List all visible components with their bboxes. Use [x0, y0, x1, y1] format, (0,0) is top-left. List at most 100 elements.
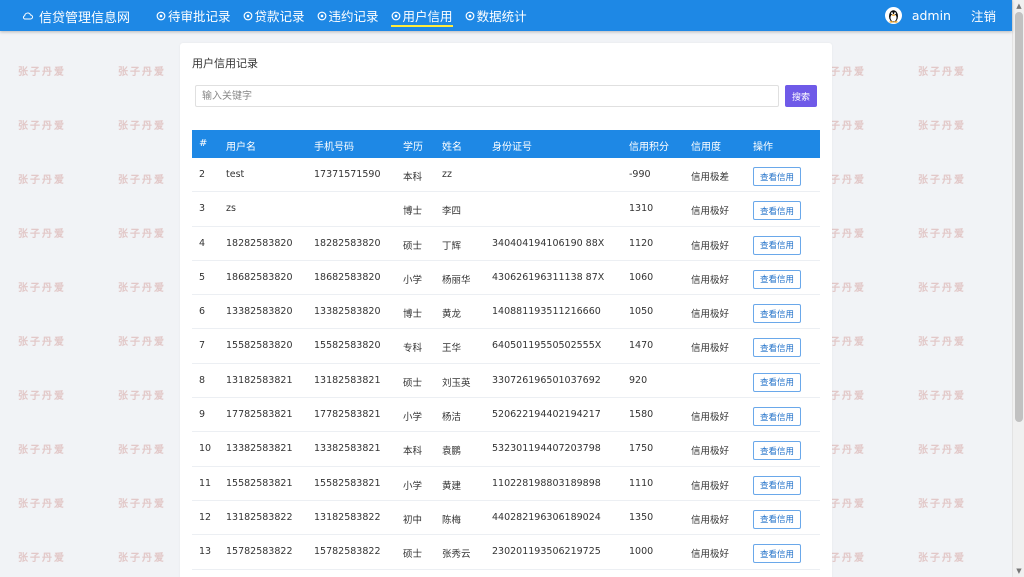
row-phone: 17782583821 — [314, 409, 381, 421]
watermark-text: 张子丹爱 — [18, 391, 66, 402]
row-level: 信用极好 — [691, 309, 730, 321]
row-score: 1310 — [629, 203, 654, 215]
scrollbar-thumb[interactable] — [1015, 12, 1023, 422]
watermark-text: 张子丹爱 — [18, 229, 66, 240]
row-phone: 13382583821 — [314, 443, 381, 455]
nav-pending-approval[interactable]: 待审批记录 — [156, 0, 231, 31]
table-header: # 用户名 手机号码 学历 姓名 身份证号 信用积分 信用度 操作 — [192, 130, 820, 158]
view-credit-button[interactable]: 查看信用 — [753, 544, 801, 564]
nav-default-records[interactable]: 违约记录 — [317, 0, 379, 31]
row-phone: 18282583820 — [314, 237, 381, 249]
row-score: 1060 — [629, 271, 654, 283]
row-level: 信用极好 — [691, 514, 730, 526]
username[interactable]: admin — [912, 8, 951, 23]
table-row: 2 test 17371571590 本科 zz -990 信用极差 查看信用 — [192, 158, 820, 193]
row-index: 5 — [199, 271, 206, 283]
row-score: 920 — [629, 374, 648, 386]
row-index: 11 — [199, 477, 212, 489]
watermark-text: 张子丹爱 — [18, 283, 66, 294]
row-education: 本科 — [403, 446, 423, 458]
view-credit-button[interactable]: 查看信用 — [753, 372, 801, 392]
brand-title: 信贷管理信息网 — [39, 10, 131, 26]
nav-statistics[interactable]: 数据统计 — [465, 0, 527, 31]
nav-item-label: 用户信用 — [402, 9, 453, 24]
watermark-text: 张子丹爱 — [118, 229, 166, 240]
table-row: 7 15582583820 15582583820 专科 王华 6405011955050… — [192, 329, 820, 364]
view-credit-button[interactable]: 查看信用 — [753, 235, 801, 255]
view-credit-button[interactable]: 查看信用 — [753, 509, 801, 529]
view-credit-button[interactable]: 查看信用 — [753, 475, 801, 495]
row-name: 陈梅 — [442, 514, 462, 526]
scroll-down-arrow-icon[interactable]: ▼ — [1015, 567, 1023, 575]
row-idcard: 430626196311138 87X — [492, 271, 605, 283]
row-score: 1050 — [629, 306, 654, 318]
row-name: 王华 — [442, 343, 462, 355]
penguin-icon — [888, 10, 898, 23]
view-credit-button[interactable]: 查看信用 — [753, 269, 801, 289]
row-idcard: 140881193511216660 — [492, 306, 601, 318]
watermark-text: 张子丹爱 — [18, 499, 66, 510]
row-score: 1750 — [629, 443, 654, 455]
row-phone: 17371571590 — [314, 169, 381, 180]
row-name: 黄建 — [442, 480, 462, 492]
table-row: 10 13382583821 13382583821 本科 袁鹏 532301194407… — [192, 432, 820, 467]
watermark-text: 张子丹爱 — [18, 175, 66, 186]
row-idcard: 330726196501037692 — [492, 374, 601, 386]
search-input[interactable] — [195, 85, 779, 107]
col-name-header: 姓名 — [442, 142, 462, 153]
view-credit-button[interactable]: 查看信用 — [753, 167, 801, 186]
top-navbar: 信贷管理信息网 待审批记录 贷款记录 违约记录 用户信用 数据统计 admin 注销 — [0, 0, 1012, 31]
row-level: 信用极好 — [691, 274, 730, 286]
row-index: 8 — [199, 374, 206, 386]
watermark-text: 张子丹爱 — [918, 121, 966, 132]
view-credit-button[interactable]: 查看信用 — [753, 201, 801, 221]
watermark-text: 张子丹爱 — [118, 445, 166, 456]
circle-icon — [156, 11, 166, 20]
watermark-text: 张子丹爱 — [18, 553, 66, 564]
row-level: 信用极好 — [691, 343, 730, 355]
row-name: 袁鹏 — [442, 446, 462, 458]
row-index: 12 — [199, 511, 212, 523]
view-credit-button[interactable]: 查看信用 — [753, 407, 801, 427]
search-button[interactable]: 搜索 — [785, 85, 817, 107]
view-credit-button[interactable]: 查看信用 — [753, 441, 801, 461]
watermark-text: 张子丹爱 — [118, 121, 166, 132]
watermark-text: 张子丹爱 — [18, 67, 66, 78]
row-username: 15782583822 — [226, 546, 293, 558]
table-row: 3 zs 博士 李四 1310 信用极好 查看信用 — [192, 192, 820, 227]
row-phone: 15582583821 — [314, 477, 381, 489]
circle-icon — [391, 11, 400, 20]
nav-user-credit[interactable]: 用户信用 — [390, 0, 453, 31]
view-credit-button[interactable]: 查看信用 — [753, 304, 801, 324]
watermark-text: 张子丹爱 — [118, 499, 166, 510]
row-score: 1110 — [629, 477, 654, 489]
view-credit-button[interactable]: 查看信用 — [753, 338, 801, 358]
row-name: 刘玉英 — [442, 377, 471, 389]
row-index: 3 — [199, 203, 206, 215]
row-username: 18682583820 — [226, 271, 293, 283]
row-username: 15582583820 — [226, 340, 293, 352]
row-education: 专科 — [403, 343, 423, 355]
row-phone: 15582583820 — [314, 340, 381, 352]
row-education: 博士 — [403, 206, 423, 218]
watermark-text: 张子丹爱 — [918, 229, 966, 240]
logout-link[interactable]: 注销 — [971, 6, 996, 25]
row-education: 小学 — [403, 274, 423, 286]
row-level: 信用极好 — [691, 549, 730, 561]
row-index: 4 — [199, 237, 206, 249]
watermark-text: 张子丹爱 — [118, 175, 166, 186]
col-index-header: # — [199, 138, 208, 149]
scroll-up-arrow-icon[interactable]: ▲ — [1015, 2, 1023, 10]
brand[interactable]: 信贷管理信息网 — [22, 7, 131, 26]
row-idcard: 230201193506219725 — [492, 546, 601, 558]
table-row: 4 18282583820 18282583820 硕士 丁辉 3404041941061… — [192, 227, 820, 261]
row-education: 硕士 — [403, 240, 423, 252]
row-phone: 13182583822 — [314, 511, 381, 523]
nav-item-label: 贷款记录 — [254, 9, 305, 24]
table-row: 5 18682583820 18682583820 小学 杨丽华 430626196311… — [192, 261, 820, 296]
vertical-scrollbar[interactable]: ▲ ▼ — [1012, 0, 1024, 577]
nav-loan-records[interactable]: 贷款记录 — [243, 0, 305, 31]
watermark-text: 张子丹爱 — [918, 499, 966, 510]
row-education: 本科 — [403, 172, 423, 183]
avatar[interactable] — [884, 7, 902, 24]
